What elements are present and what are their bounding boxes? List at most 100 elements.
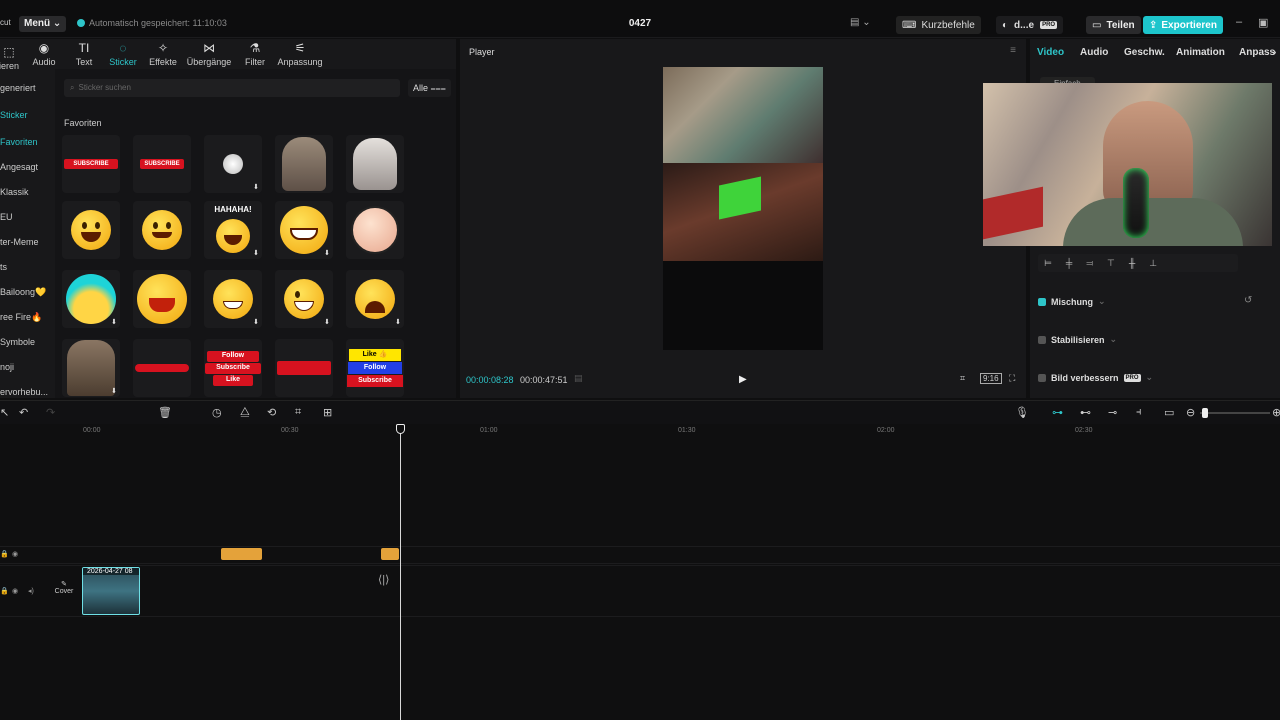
video-clip[interactable]: 2026-04-27 08 bbox=[82, 567, 140, 615]
tab-speed[interactable]: Geschw. bbox=[1124, 47, 1165, 58]
align-right-icon[interactable]: ⫤ bbox=[1086, 258, 1093, 269]
download-icon[interactable]: ⬇ bbox=[324, 249, 330, 257]
sticker-cat-meme[interactable]: ⬇ bbox=[62, 339, 120, 397]
sticker-emoji-happy[interactable] bbox=[62, 201, 120, 259]
select-icon[interactable]: ↖ bbox=[0, 406, 9, 419]
tab-adjust[interactable]: Anpass bbox=[1239, 47, 1275, 58]
tab-video[interactable]: Video bbox=[1037, 47, 1064, 58]
category-item[interactable]: ts bbox=[0, 262, 7, 272]
chevron-right-icon[interactable]: › bbox=[1273, 47, 1276, 58]
sticker-white-cat[interactable] bbox=[346, 135, 404, 193]
menu-button[interactable]: Menü ⌄ bbox=[19, 16, 67, 32]
layout-icon[interactable]: ▤ ⌄ bbox=[850, 17, 871, 28]
sticker-red-banner[interactable] bbox=[275, 339, 333, 397]
mirror-icon[interactable]: ⧋ bbox=[240, 406, 250, 419]
sticker-emoji-smile[interactable]: ⬇ bbox=[204, 270, 262, 328]
sticker-emoji-grin[interactable]: ⬇ bbox=[275, 201, 333, 259]
user-account-button[interactable]: ◐ d...e PRO bbox=[996, 16, 1064, 34]
sticker-emoji-wink[interactable]: ⬇ bbox=[275, 270, 333, 328]
video-preview[interactable] bbox=[663, 67, 823, 350]
play-icon[interactable]: ▶ bbox=[739, 374, 747, 385]
chain-icon[interactable]: ⊸ bbox=[1108, 406, 1117, 419]
enhance-row[interactable]: Bild verbessern PRO ⌄ bbox=[1038, 372, 1153, 383]
download-icon[interactable]: ⬇ bbox=[324, 318, 330, 326]
sticker-red-bar[interactable] bbox=[133, 339, 191, 397]
tab-effects[interactable]: ✧ Effekte bbox=[146, 41, 180, 67]
blend-row[interactable]: Mischung ⌄ bbox=[1038, 296, 1106, 307]
tab-audio-props[interactable]: Audio bbox=[1080, 47, 1108, 58]
split-icon[interactable]: ⫞ bbox=[1136, 406, 1142, 419]
sticker-clip[interactable] bbox=[221, 548, 262, 560]
enhance-checkbox[interactable] bbox=[1038, 373, 1046, 382]
stabilize-row[interactable]: Stabilisieren ⌄ bbox=[1038, 334, 1117, 345]
download-icon[interactable]: ⬇ bbox=[395, 318, 401, 326]
align-top-icon[interactable]: ⊤ bbox=[1107, 258, 1115, 269]
sticker-emoji-laugh[interactable] bbox=[133, 270, 191, 328]
download-icon[interactable]: ⬇ bbox=[253, 249, 259, 257]
magnet-icon[interactable]: ⊶ bbox=[1052, 406, 1063, 419]
lock-icon[interactable]: 🔒 bbox=[0, 587, 9, 595]
preview-axis-icon[interactable]: ▭ bbox=[1164, 406, 1174, 419]
sticker-cat-thumbs[interactable] bbox=[275, 135, 333, 193]
reset-icon[interactable]: ↺ bbox=[1244, 295, 1252, 306]
time-ruler[interactable]: 00:00 00:30 01:00 01:30 02:00 02:30 bbox=[0, 424, 1280, 440]
link-icon[interactable]: ⊷ bbox=[1080, 406, 1091, 419]
align-middle-icon[interactable]: ╫ bbox=[1129, 258, 1135, 268]
align-center-icon[interactable]: ╪ bbox=[1066, 258, 1072, 268]
category-item[interactable]: Favoriten bbox=[0, 137, 38, 147]
category-item[interactable]: Sticker bbox=[0, 110, 28, 120]
sticker-subscribe-red[interactable]: SUBSCRIBE bbox=[62, 135, 120, 193]
sticker-pig-face[interactable] bbox=[346, 201, 404, 259]
undo-icon[interactable]: ↶ bbox=[19, 406, 28, 419]
category-item[interactable]: noji bbox=[0, 362, 14, 372]
screenshot-icon[interactable]: ⌗ bbox=[960, 373, 965, 384]
download-icon[interactable]: ⬇ bbox=[253, 318, 259, 326]
category-item[interactable]: ree Fire🔥 bbox=[0, 312, 42, 323]
eye-icon[interactable]: ◉ bbox=[12, 587, 18, 595]
filter-all-button[interactable]: Alle ⩶ bbox=[408, 79, 451, 97]
fullscreen-icon[interactable]: ⛶ bbox=[1009, 373, 1015, 384]
tab-audio[interactable]: ◉ Audio bbox=[28, 41, 60, 67]
tab-transitions[interactable]: ⋈ Übergänge bbox=[184, 41, 234, 67]
align-left-icon[interactable]: ⊨ bbox=[1044, 258, 1052, 269]
delete-icon[interactable]: 🗑 bbox=[158, 406, 172, 419]
sticker-emoji-hug[interactable] bbox=[133, 201, 191, 259]
zoom-slider-handle[interactable] bbox=[1202, 408, 1208, 418]
sticker-like-follow-subscribe[interactable]: Like 👍 Follow Subscribe bbox=[346, 339, 404, 397]
playhead-handle[interactable] bbox=[396, 424, 405, 434]
sticker-follow-subscribe-like[interactable]: Follow Subscribe Like bbox=[204, 339, 262, 397]
cover-button[interactable]: ✎ Cover bbox=[53, 580, 75, 595]
eye-icon[interactable]: ◉ bbox=[12, 550, 18, 558]
tab-import[interactable]: ⬚ ieren bbox=[0, 45, 22, 71]
ai-tool-icon[interactable]: ⊞ bbox=[323, 406, 332, 419]
download-icon[interactable]: ⬇ bbox=[111, 318, 117, 326]
tab-filter[interactable]: ⚗ Filter bbox=[240, 41, 270, 67]
microphone-icon[interactable]: 🎙 bbox=[1015, 406, 1029, 419]
category-item[interactable]: generiert bbox=[0, 83, 36, 93]
sticker-emoji-shocked[interactable]: ⬇ bbox=[62, 270, 120, 328]
stabilize-checkbox[interactable] bbox=[1038, 335, 1046, 344]
shortcuts-button[interactable]: ⌨ Kurzbefehle bbox=[896, 16, 981, 34]
sticker-subscribe-bell[interactable]: SUBSCRIBE bbox=[133, 135, 191, 193]
maximize-icon[interactable]: ▣ bbox=[1258, 16, 1268, 29]
align-bottom-icon[interactable]: ⊥ bbox=[1149, 258, 1157, 269]
redo-icon[interactable]: ↷ bbox=[46, 406, 55, 419]
tab-animation[interactable]: Animation bbox=[1176, 47, 1225, 58]
zoom-slider[interactable] bbox=[1200, 408, 1270, 418]
download-icon[interactable]: ⬇ bbox=[253, 183, 259, 191]
speed-icon[interactable]: ◷ bbox=[212, 406, 222, 419]
export-button[interactable]: ⇪ Exportieren bbox=[1143, 16, 1223, 34]
minimize-icon[interactable]: – bbox=[1236, 16, 1242, 28]
sticker-hahaha[interactable]: HAHAHA! ⬇ bbox=[204, 201, 262, 259]
timeline-view-icon[interactable]: ▤ bbox=[574, 373, 583, 384]
download-icon[interactable]: ⬇ bbox=[111, 387, 117, 395]
crop-icon[interactable]: ⌗ bbox=[295, 406, 301, 419]
category-item[interactable]: Bailoong💛 bbox=[0, 287, 46, 298]
zoom-out-icon[interactable]: ⊖ bbox=[1186, 406, 1195, 419]
zoom-in-icon[interactable]: ⊕ bbox=[1272, 406, 1280, 419]
category-item[interactable]: Angesagt bbox=[0, 162, 38, 172]
tab-adjustment[interactable]: ⚟ Anpassung bbox=[274, 41, 326, 67]
sticker-search-input[interactable]: ⌕ Sticker suchen bbox=[64, 79, 400, 97]
sticker-white-dot[interactable]: ⬇ bbox=[204, 135, 262, 193]
rotate-icon[interactable]: ⟲ bbox=[267, 406, 276, 419]
